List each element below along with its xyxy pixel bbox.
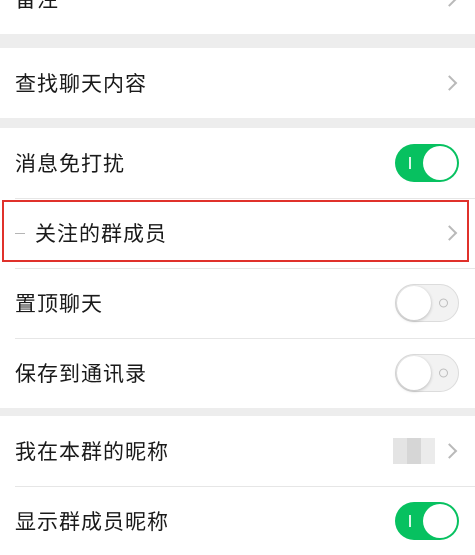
section-chat-options: 消息免打扰 关注的群成员 置顶聊天 保存到通讯录 [0,128,475,408]
chevron-right-icon [441,443,458,459]
my-group-nickname-label: 我在本群的昵称 [15,440,169,464]
toggle-knob [423,146,457,180]
show-member-nicknames-toggle[interactable] [395,502,459,540]
followed-members-row[interactable]: 关注的群成员 [0,198,475,268]
my-group-nickname-row[interactable]: 我在本群的昵称 [0,416,475,486]
group-chat-settings-screen: 备注 查找聊天内容 消息免打扰 关注的群成员 置顶聊天 保存到通讯录 我在本群的… [0,0,475,555]
search-chat-history-label: 查找聊天内容 [15,72,147,96]
mute-notifications-toggle[interactable] [395,144,459,182]
chevron-right-icon [441,0,458,7]
toggle-knob [397,286,431,320]
save-to-contacts-toggle[interactable] [395,354,459,392]
show-member-nicknames-label: 显示群成员昵称 [15,510,169,534]
toggle-knob [397,356,431,390]
pin-chat-row: 置顶聊天 [0,268,475,338]
search-chat-history-row[interactable]: 查找聊天内容 [0,48,475,118]
mute-notifications-label: 消息免打扰 [15,152,125,176]
chevron-right-icon [441,225,458,241]
toggle-off-mark-icon [439,298,448,308]
followed-members-label: 关注的群成员 [35,222,167,246]
pin-chat-label: 置顶聊天 [15,292,103,316]
save-to-contacts-row: 保存到通讯录 [0,338,475,408]
section-nickname: 我在本群的昵称 显示群成员昵称 [0,416,475,555]
save-to-contacts-label: 保存到通讯录 [15,362,147,386]
toggle-on-mark-icon [409,515,411,527]
section-remark: 备注 [0,0,475,34]
remark-row[interactable]: 备注 [0,0,475,34]
dash-mark-icon [15,233,25,234]
toggle-on-mark-icon [409,157,411,169]
chevron-right-icon [441,75,458,91]
mute-notifications-row: 消息免打扰 [0,128,475,198]
remark-label: 备注 [15,0,59,12]
toggle-off-mark-icon [439,368,448,378]
blurred-nickname-value [393,438,435,464]
show-member-nicknames-row: 显示群成员昵称 [0,486,475,555]
toggle-knob [423,504,457,538]
section-search-history: 查找聊天内容 [0,48,475,118]
pin-chat-toggle[interactable] [395,284,459,322]
